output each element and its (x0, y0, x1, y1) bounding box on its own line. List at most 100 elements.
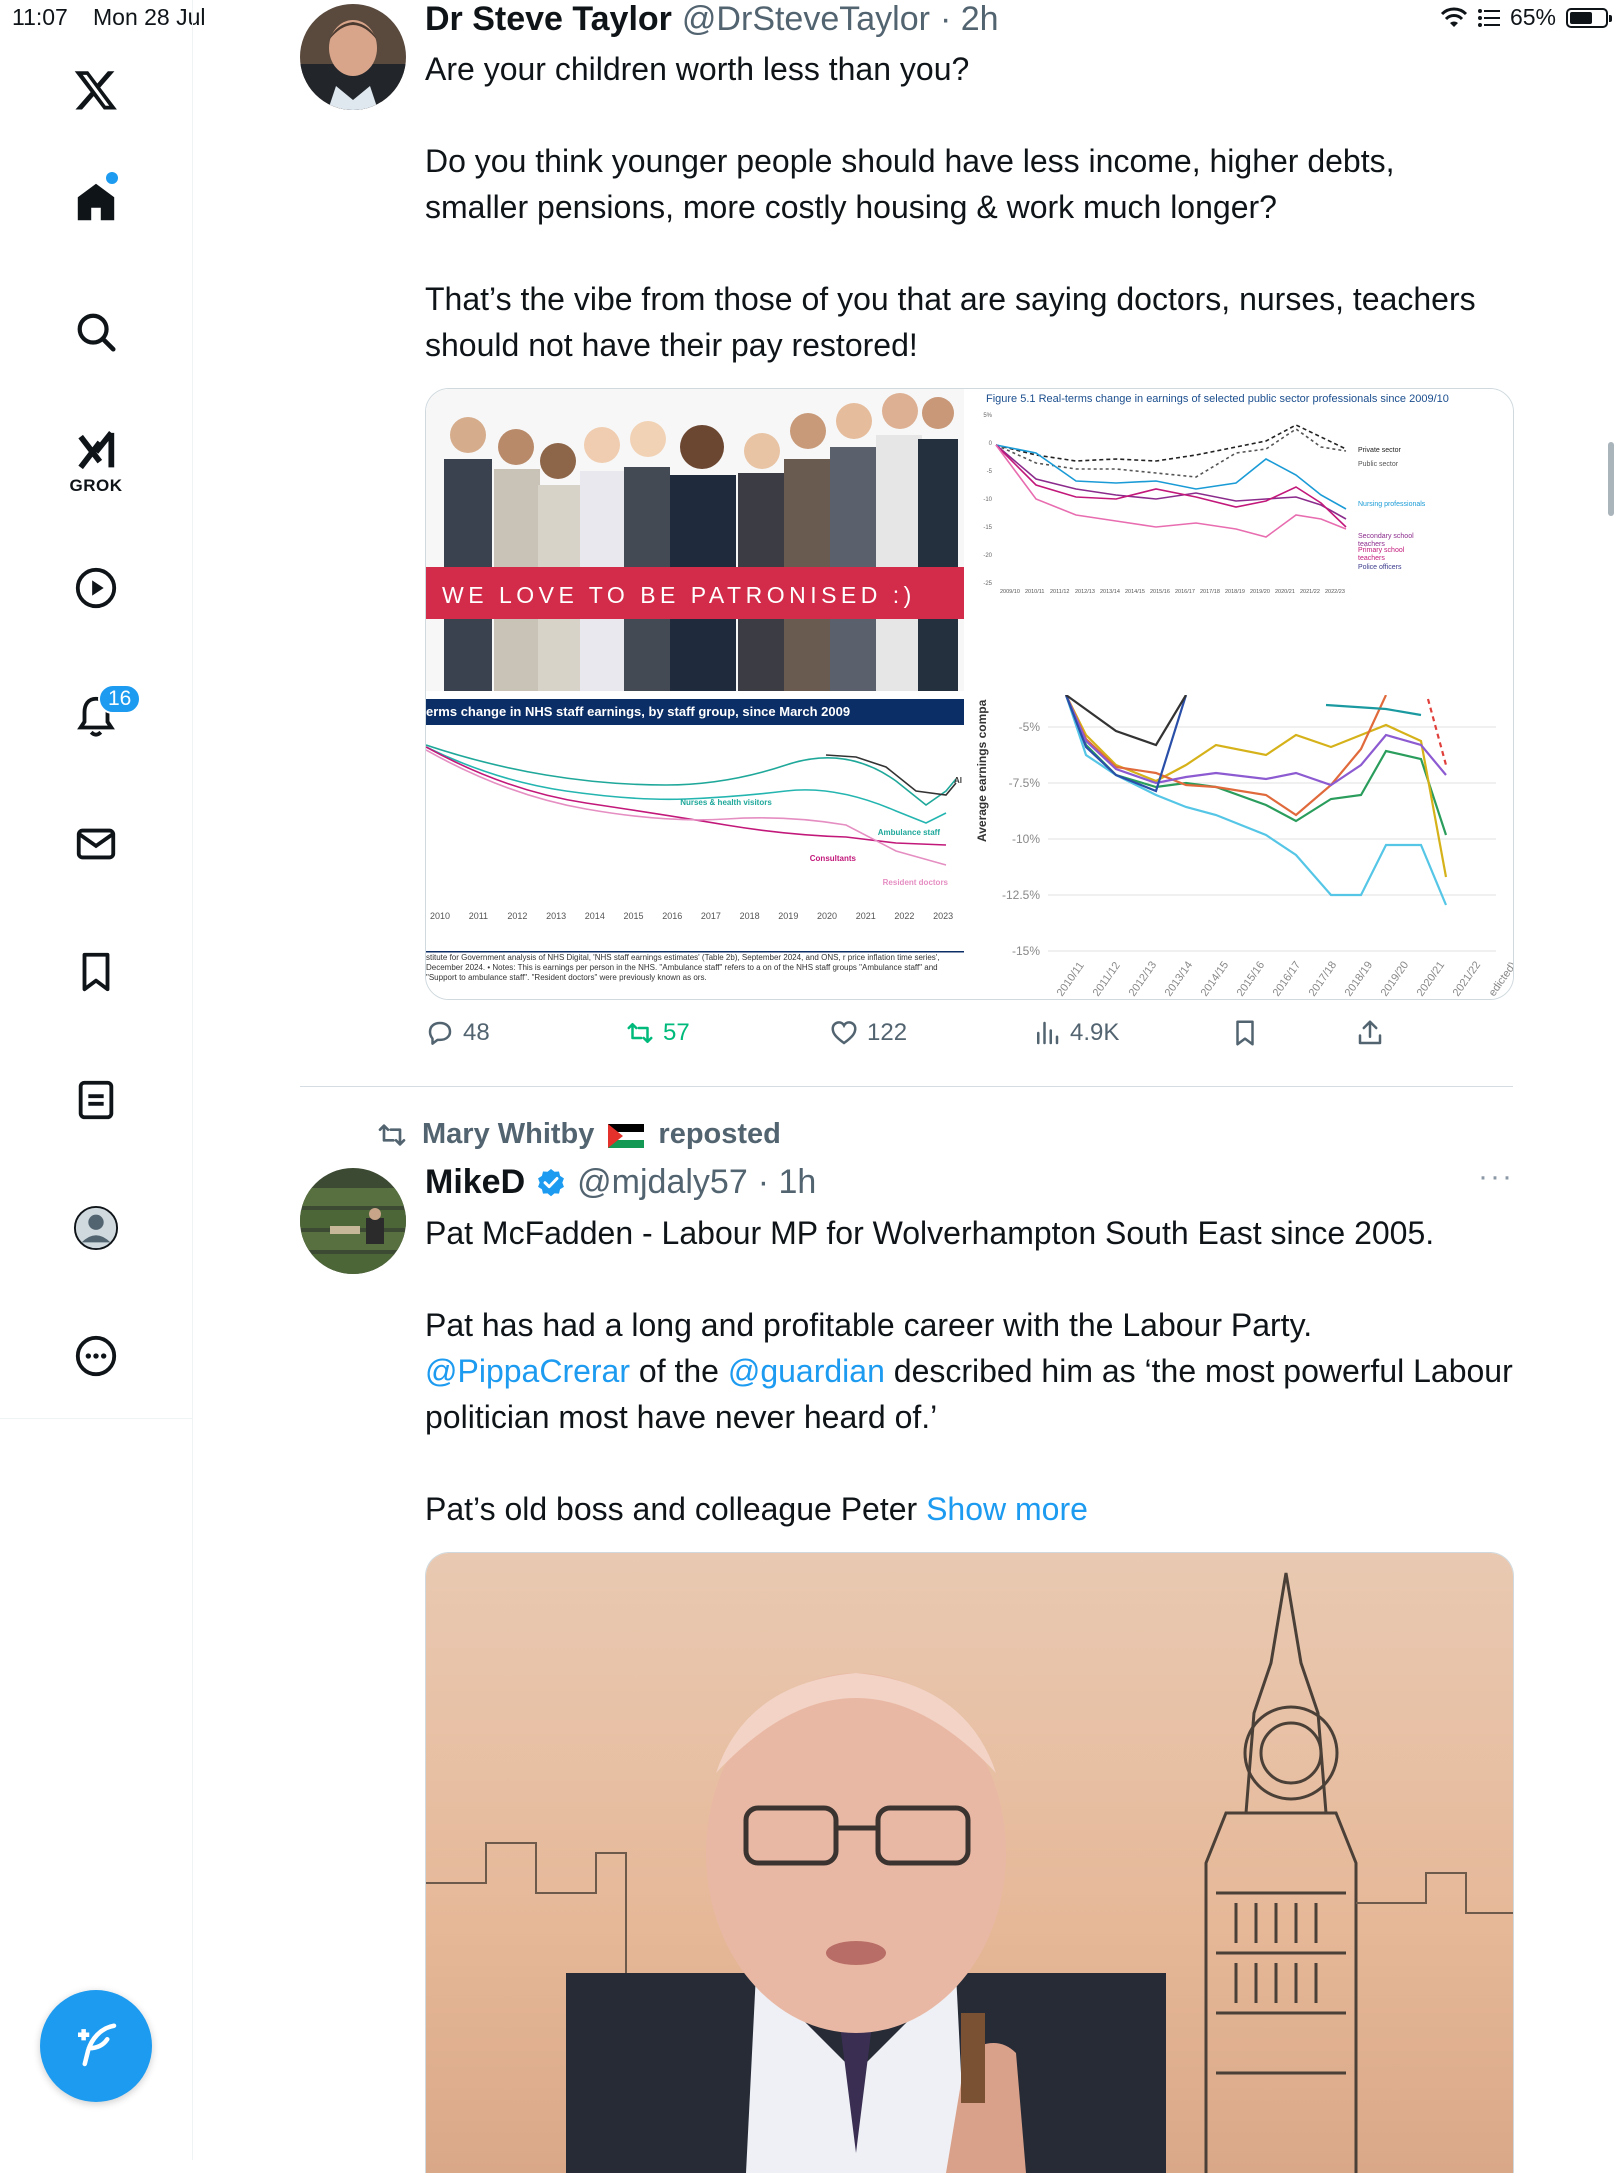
fig1-ytick: -25 (983, 581, 992, 587)
fig1-xtick: 2017/18 (1200, 589, 1220, 595)
mention-pippacrerar[interactable]: @PippaCrerar (425, 1353, 630, 1389)
repost-button[interactable]: 57 (625, 1018, 690, 1048)
post2-media[interactable] (425, 1552, 1514, 2173)
fig2-series-line (426, 744, 957, 806)
fig1-xtick: 2021/22 (1300, 589, 1320, 595)
post2-header: MikeD @mjdaly57 · 1h (425, 1163, 816, 1202)
fig1-series-line (995, 444, 1347, 510)
post2-author[interactable]: MikeD (425, 1163, 525, 1202)
share-button[interactable] (1355, 1018, 1385, 1048)
post1-media[interactable]: WE LOVE TO BE PATRONISED :) Figure 5.1 R… (425, 388, 1514, 1000)
post1-handle[interactable]: @DrSteveTaylor (682, 0, 930, 39)
show-more-link[interactable]: Show more (926, 1491, 1088, 1527)
fig2-xtick: 2016 (662, 911, 682, 921)
post2-handle[interactable]: @mjdaly57 (577, 1163, 748, 1202)
heart-icon (831, 1021, 857, 1045)
fig2-xtick: 2023 (933, 911, 953, 921)
battery-icon (1566, 7, 1612, 28)
share-icon (1358, 1020, 1382, 1045)
fig2-xtick: 2014 (585, 911, 605, 921)
bookmark-icon (1236, 1020, 1254, 1046)
fig1-xtick: 2015/16 (1150, 589, 1170, 595)
fig2-series-label: Nurses & health visitors (680, 798, 772, 807)
grok-icon (78, 431, 115, 470)
bookmark-icon (82, 952, 110, 992)
fig3-xtick: 2020/21 (1415, 959, 1448, 998)
notification-badge: 16 (98, 684, 142, 714)
crowd-photo[interactable]: WE LOVE TO BE PATRONISED :) (426, 389, 964, 691)
sidebar-item-bookmarks[interactable] (64, 940, 128, 1004)
sidebar-item-video[interactable] (64, 556, 128, 620)
fig2-series-label: Consultants (810, 854, 857, 863)
document-icon (78, 1080, 114, 1120)
fig3-xtick: 2013/14 (1163, 959, 1196, 998)
sidebar: GROK 16 (0, 0, 193, 2160)
repost-icon (627, 1023, 653, 1043)
nhs-earnings-chart[interactable]: erms change in NHS staff earnings, by st… (426, 695, 964, 999)
like-button[interactable]: 122 (829, 1018, 907, 1048)
reply-button[interactable]: 48 (425, 1018, 490, 1048)
fig1-xtick: 2010/11 (1025, 589, 1044, 595)
bookmark-button[interactable] (1230, 1018, 1260, 1048)
post2-text: Pat McFadden - Labour MP for Wolverhampt… (425, 1210, 1515, 1532)
compose-button[interactable] (40, 1990, 152, 2102)
post1-avatar[interactable] (300, 4, 406, 110)
sidebar-item-home[interactable] (64, 170, 128, 234)
compose-icon (78, 2023, 117, 2067)
sidebar-item-messages[interactable] (64, 812, 128, 876)
fig3-xtick: 2016/17 (1271, 959, 1304, 998)
x-logo-icon[interactable] (64, 58, 128, 122)
fig3-ytick: -15% (1012, 944, 1040, 958)
post2-time[interactable]: · 1h (758, 1163, 817, 1202)
sidebar-divider (0, 1418, 192, 1419)
mention-guardian[interactable]: @guardian (728, 1353, 885, 1389)
post2-paragraph2: @PippaCrerar of the @guardian described … (425, 1348, 1515, 1440)
fig1-xtick: 2014/15 (1125, 589, 1145, 595)
fig2-series-label: Resident doctors (883, 878, 949, 887)
post2-paragraph3: Pat’s old boss and colleague Peter Show … (425, 1486, 1515, 1532)
mail-icon (76, 828, 116, 860)
fig1-xtick: 2013/14 (1100, 589, 1120, 595)
fig2-xtick: 2019 (778, 911, 798, 921)
sidebar-item-explore[interactable] (64, 300, 128, 364)
average-earnings-chart[interactable]: Average earnings compa -5% -7.5% -10% -12.5… (966, 695, 1513, 999)
post2-line1: Pat McFadden - Labour MP for Wolverhampt… (425, 1215, 1435, 1251)
scrollbar[interactable] (1608, 442, 1614, 516)
figure-5-1[interactable]: Figure 5.1 Real-terms change in earnings… (966, 389, 1513, 691)
fig1-legend-item: Police officers (1358, 564, 1402, 571)
fig3-series-line (1064, 695, 1448, 836)
status-icons: 65% (1440, 4, 1612, 31)
post1-author[interactable]: Dr Steve Taylor (425, 0, 672, 39)
post2-line2: Pat has had a long and profitable career… (425, 1307, 1313, 1343)
views-button[interactable]: 4.9K (1032, 1018, 1119, 1048)
fig1-ytick: -15 (983, 525, 992, 531)
fig3-xtick: 2014/15 (1199, 959, 1232, 998)
fig2-series-label: Ambulance staff (878, 828, 941, 837)
play-icon (75, 567, 117, 609)
sidebar-item-profile[interactable] (64, 1196, 128, 1260)
repost-icon (378, 1123, 406, 1146)
post1-time[interactable]: · 2h (940, 0, 999, 39)
fig1-ytick: -20 (983, 553, 992, 559)
fig1-legend-item: Private sector (1358, 447, 1401, 454)
post2-avatar[interactable] (300, 1168, 406, 1274)
reposted-by: Mary Whitby (422, 1118, 595, 1150)
sidebar-item-grok[interactable] (64, 420, 128, 484)
fig2-xtick: 2011 (469, 911, 488, 921)
repost-indicator[interactable]: Mary Whitby reposted (376, 1118, 781, 1151)
fig1-series-line (995, 444, 1347, 528)
fig3-xtick: 2017/18 (1307, 959, 1340, 998)
fig1-ytick: -10 (983, 497, 992, 503)
fig1-ytick: 0 (989, 441, 993, 447)
post1-header: Dr Steve Taylor @DrSteveTaylor · 2h (425, 0, 999, 39)
reposted-label: reposted (658, 1118, 781, 1150)
search-icon (77, 313, 116, 352)
profile-icon (73, 1205, 119, 1251)
fig3-xtick: 2018/19 (1343, 959, 1376, 998)
fig2-xtick: 2010 (430, 911, 450, 921)
post2-line4: Pat’s old boss and colleague Peter (425, 1491, 927, 1527)
post2-more-button[interactable]: ··· (1478, 1160, 1514, 1194)
sidebar-item-articles[interactable] (64, 1068, 128, 1132)
fig3-xtick: edicted) (1487, 960, 1513, 999)
sidebar-item-more[interactable] (64, 1324, 128, 1388)
